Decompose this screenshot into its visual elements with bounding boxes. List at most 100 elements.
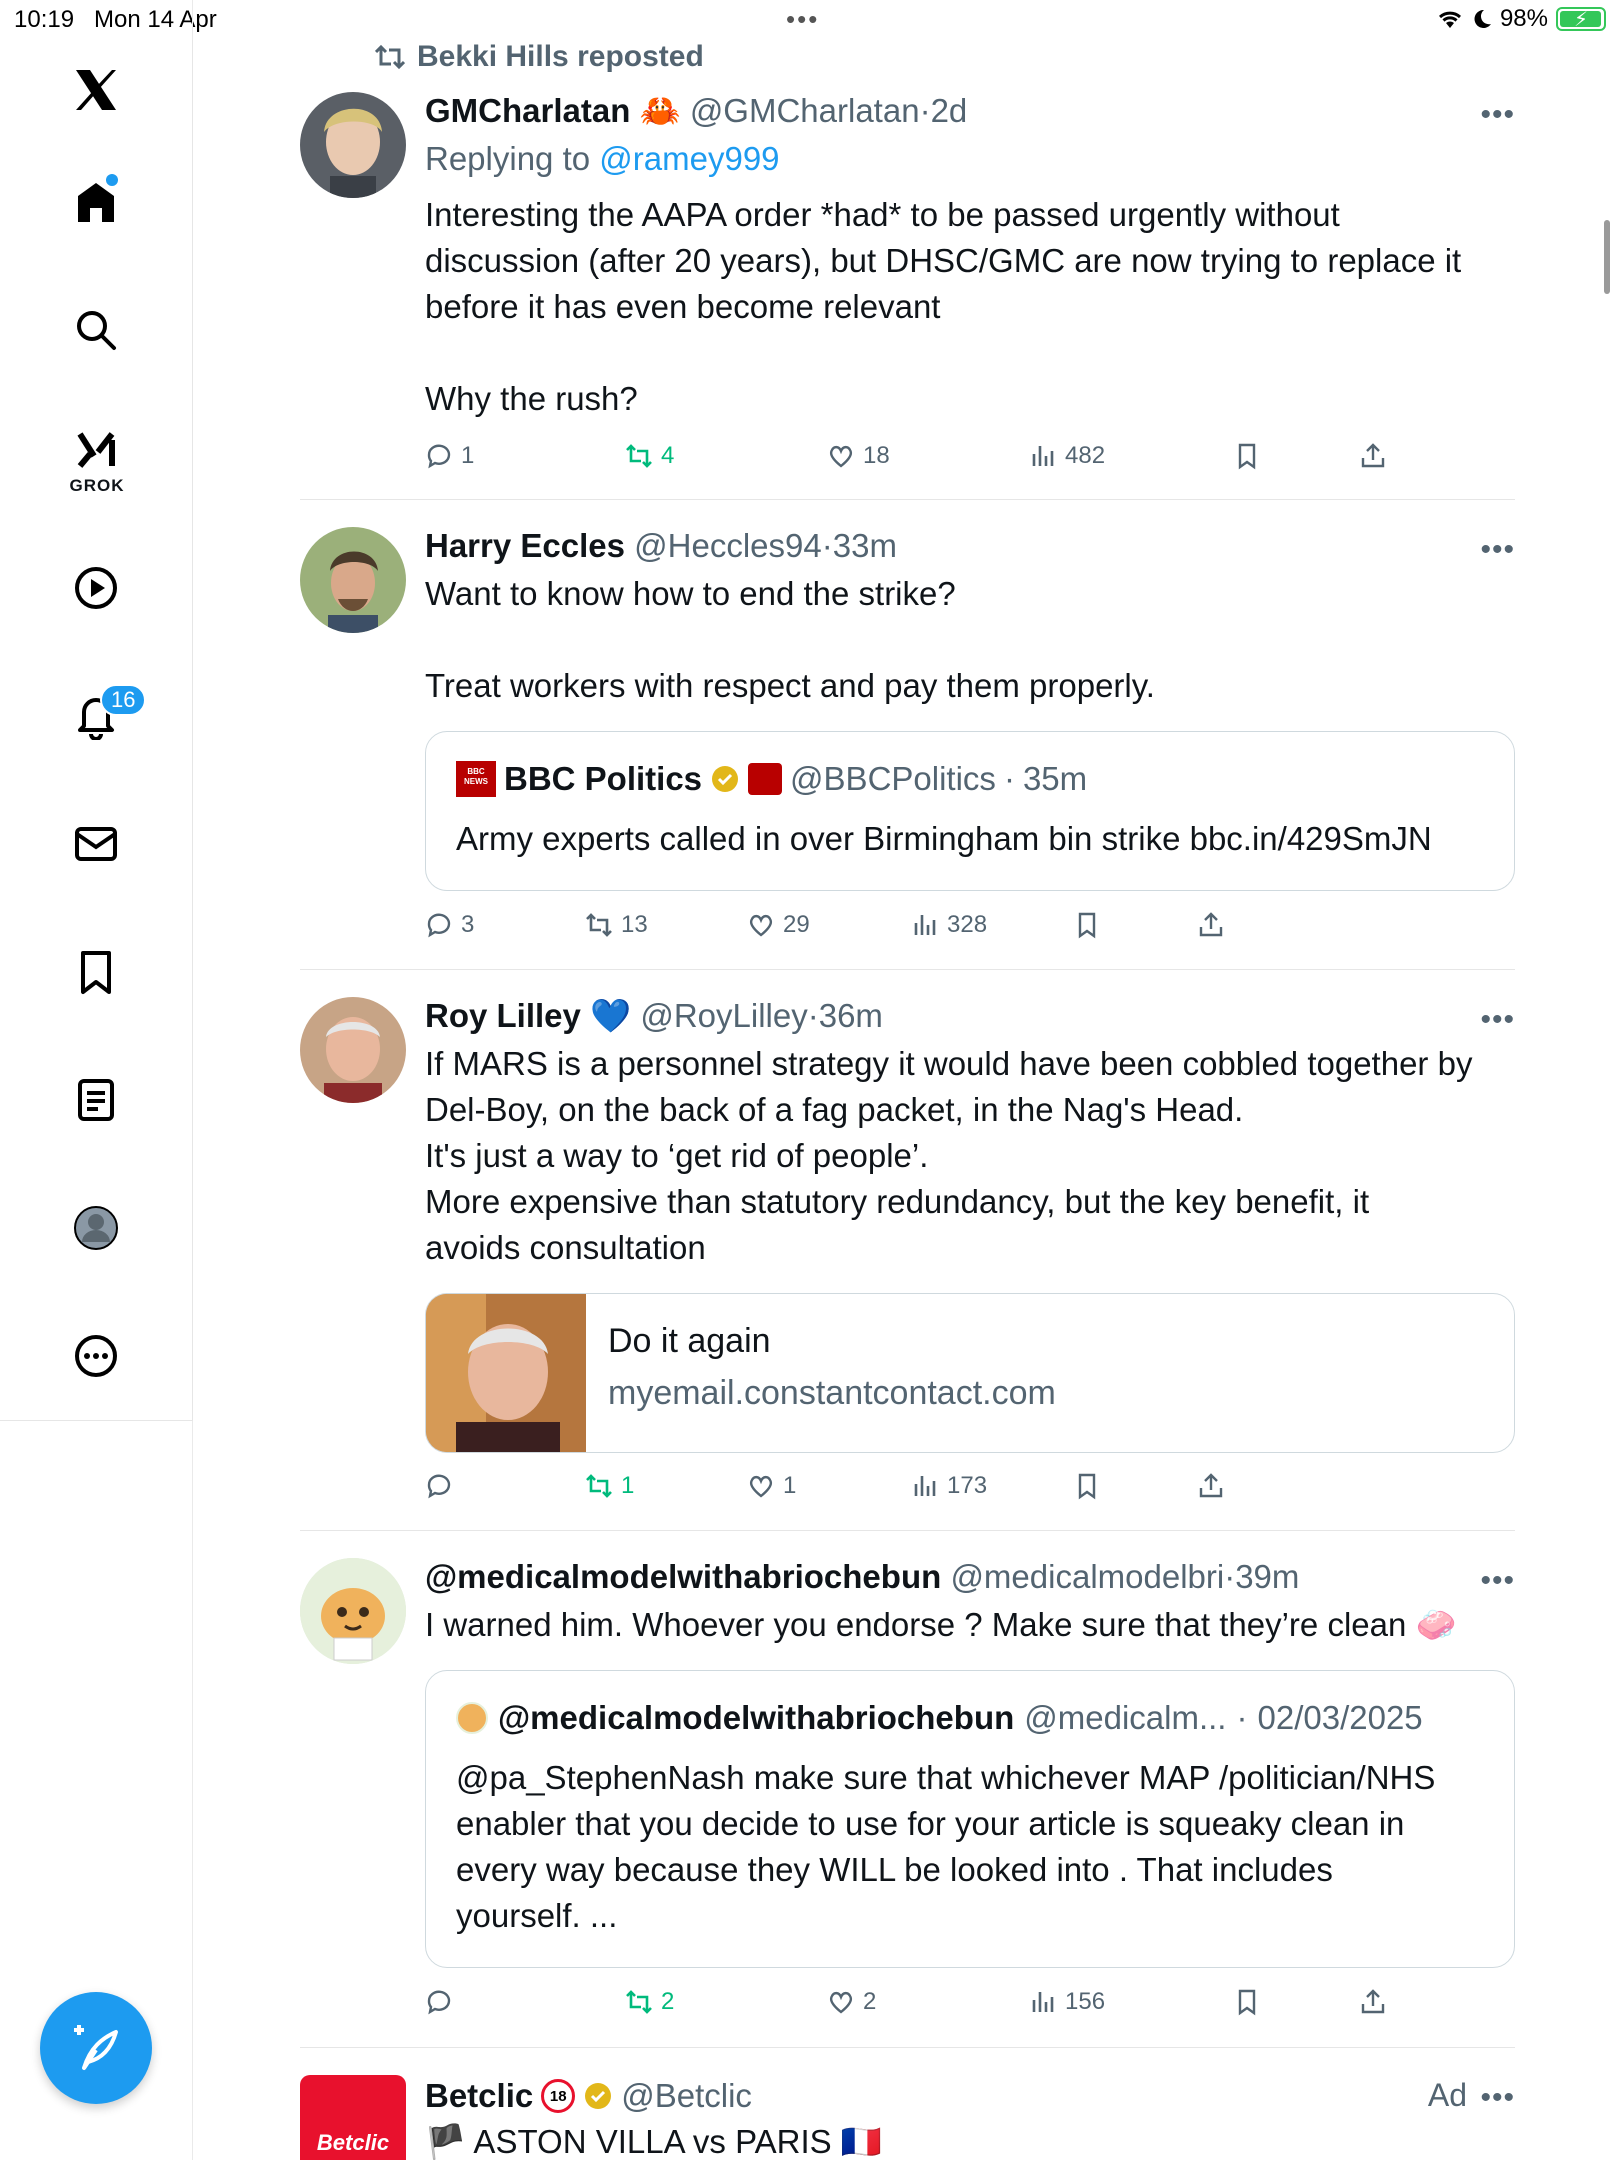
more-options-icon[interactable]: ••• (1480, 98, 1515, 132)
like-button[interactable]: 18 (827, 442, 890, 470)
reply-button[interactable] (425, 1472, 461, 1500)
bookmark-button[interactable] (1233, 1988, 1261, 2016)
tweet-time[interactable]: 2d (931, 92, 968, 129)
tweet-text: If MARS is a personnel strategy it would… (425, 1045, 1473, 1266)
author-name[interactable]: @medicalmodelwithabriochebun (425, 1558, 941, 1595)
share-button[interactable] (1359, 1988, 1387, 2016)
tweet-actions: 2 2 156 (425, 1988, 1425, 2028)
reply-button[interactable]: 3 (425, 911, 474, 939)
quote-tweet[interactable]: @medicalmodelwithabriochebun @medicalm..… (425, 1670, 1515, 1968)
messages-icon[interactable] (64, 812, 128, 876)
repost-button[interactable]: 4 (625, 442, 674, 470)
views-button[interactable]: 328 (911, 911, 987, 939)
tweet-time[interactable]: 33m (833, 527, 897, 564)
avatar[interactable] (300, 1558, 406, 1664)
repost-icon (626, 1990, 652, 2014)
like-icon (749, 1475, 773, 1498)
repost-button[interactable]: 13 (585, 911, 648, 939)
bookmark-icon (1238, 443, 1256, 470)
author-handle[interactable]: @RoyLilley (640, 997, 807, 1034)
author-name[interactable]: GMCharlatan (425, 92, 630, 129)
tweet-actions: 1 4 18 482 (425, 442, 1425, 482)
search-icon[interactable] (64, 298, 128, 362)
grok-icon[interactable] (64, 418, 128, 482)
status-right: 98% ⚡ (1436, 5, 1606, 33)
bookmark-button[interactable] (1073, 911, 1101, 939)
replying-to-link[interactable]: @ramey999 (599, 140, 779, 177)
compose-button[interactable] (40, 1992, 152, 2104)
quote-avatar (456, 1702, 488, 1734)
bookmarks-icon[interactable] (64, 940, 128, 1004)
x-logo-icon[interactable] (64, 58, 128, 122)
home-icon[interactable] (64, 170, 128, 234)
reply-button[interactable]: 1 (425, 442, 474, 470)
more-options-icon[interactable]: ••• (1480, 1003, 1515, 1037)
more-options-icon[interactable]: ••• (1480, 1564, 1515, 1598)
betclic-logo[interactable]: Betclic (300, 2075, 406, 2160)
author-name[interactable]: Betclic (425, 2077, 533, 2115)
more-icon[interactable] (64, 1324, 128, 1388)
verified-gold-icon (585, 2083, 612, 2109)
bbc-affiliate-icon (748, 763, 783, 795)
lists-icon[interactable] (64, 1068, 128, 1132)
tweet-text: Want to know how to end the strike? Trea… (425, 575, 1155, 704)
bookmark-button[interactable] (1073, 1472, 1101, 1500)
repost-icon (626, 444, 652, 468)
author-handle[interactable]: @GMCharlatan (690, 92, 920, 129)
share-button[interactable] (1359, 442, 1387, 470)
bookmark-icon (1238, 1989, 1256, 2016)
link-card[interactable]: Do it again myemail.constantcontact.com (425, 1293, 1515, 1453)
quote-author-handle[interactable]: @BBCPolitics (790, 760, 996, 798)
like-button[interactable]: 1 (747, 1472, 796, 1500)
more-options-icon[interactable]: ••• (1480, 533, 1515, 567)
more-options-icon[interactable]: ••• (1480, 2081, 1515, 2115)
age-restriction-icon: 18 (541, 2079, 576, 2113)
reply-icon (427, 1990, 451, 2015)
author-name[interactable]: Roy Lilley (425, 997, 581, 1034)
tweet-time[interactable]: 39m (1235, 1558, 1299, 1595)
bookmark-button[interactable] (1233, 442, 1261, 470)
views-icon (914, 1476, 936, 1496)
tweet-actions: 3 13 29 328 (425, 911, 1425, 951)
reply-icon (427, 444, 451, 469)
tweet-text: 🏴 ASTON VILLA vs PARIS 🇫🇷 (425, 2123, 882, 2160)
profile-icon[interactable] (64, 1196, 128, 1260)
quote-tweet[interactable]: BBC NEWS BBC Politics @BBCPolitics · 35m Ar… (425, 731, 1515, 891)
quote-author-name[interactable]: BBC Politics (504, 760, 702, 798)
repost-icon (586, 1474, 612, 1498)
reply-button[interactable] (425, 1988, 461, 2016)
tweet-text: Interesting the AAPA order *had* to be p… (425, 196, 1462, 417)
quote-text: Army experts called in over Birmingham b… (456, 820, 1432, 857)
views-button[interactable]: 156 (1029, 1988, 1105, 2016)
like-button[interactable]: 2 (827, 1988, 876, 2016)
author-handle[interactable]: @medicalmodelbri (950, 1558, 1224, 1595)
repost-icon (375, 44, 405, 70)
multitasking-dots-icon[interactable]: ••• (786, 4, 819, 35)
video-icon[interactable] (64, 556, 128, 620)
link-card-image (426, 1294, 586, 1452)
share-icon (1199, 1473, 1223, 1498)
share-button[interactable] (1197, 1472, 1225, 1500)
like-icon (749, 914, 773, 937)
repost-button[interactable]: 1 (585, 1472, 634, 1500)
avatar[interactable] (300, 527, 406, 633)
views-button[interactable]: 173 (911, 1472, 987, 1500)
views-button[interactable]: 482 (1029, 442, 1105, 470)
battery-icon: ⚡ (1556, 7, 1606, 31)
repost-context[interactable]: Bekki Hills reposted (375, 40, 704, 74)
like-button[interactable]: 29 (747, 911, 810, 939)
avatar[interactable] (300, 997, 406, 1103)
quote-text: @pa_StephenNash make sure that whichever… (456, 1759, 1436, 1934)
author-handle[interactable]: @Betclic (621, 2077, 752, 2115)
quote-author-handle[interactable]: @medicalm... (1024, 1699, 1226, 1737)
author-handle[interactable]: @Heccles94 (634, 527, 822, 564)
tweet-time[interactable]: 36m (819, 997, 883, 1034)
avatar[interactable] (300, 92, 406, 198)
share-icon (1361, 443, 1385, 468)
share-button[interactable] (1197, 911, 1225, 939)
author-name[interactable]: Harry Eccles (425, 527, 625, 564)
bookmark-icon (1078, 1473, 1096, 1500)
quote-author-name[interactable]: @medicalmodelwithabriochebun (498, 1699, 1014, 1737)
scrollbar[interactable] (1604, 220, 1610, 294)
repost-button[interactable]: 2 (625, 1988, 674, 2016)
